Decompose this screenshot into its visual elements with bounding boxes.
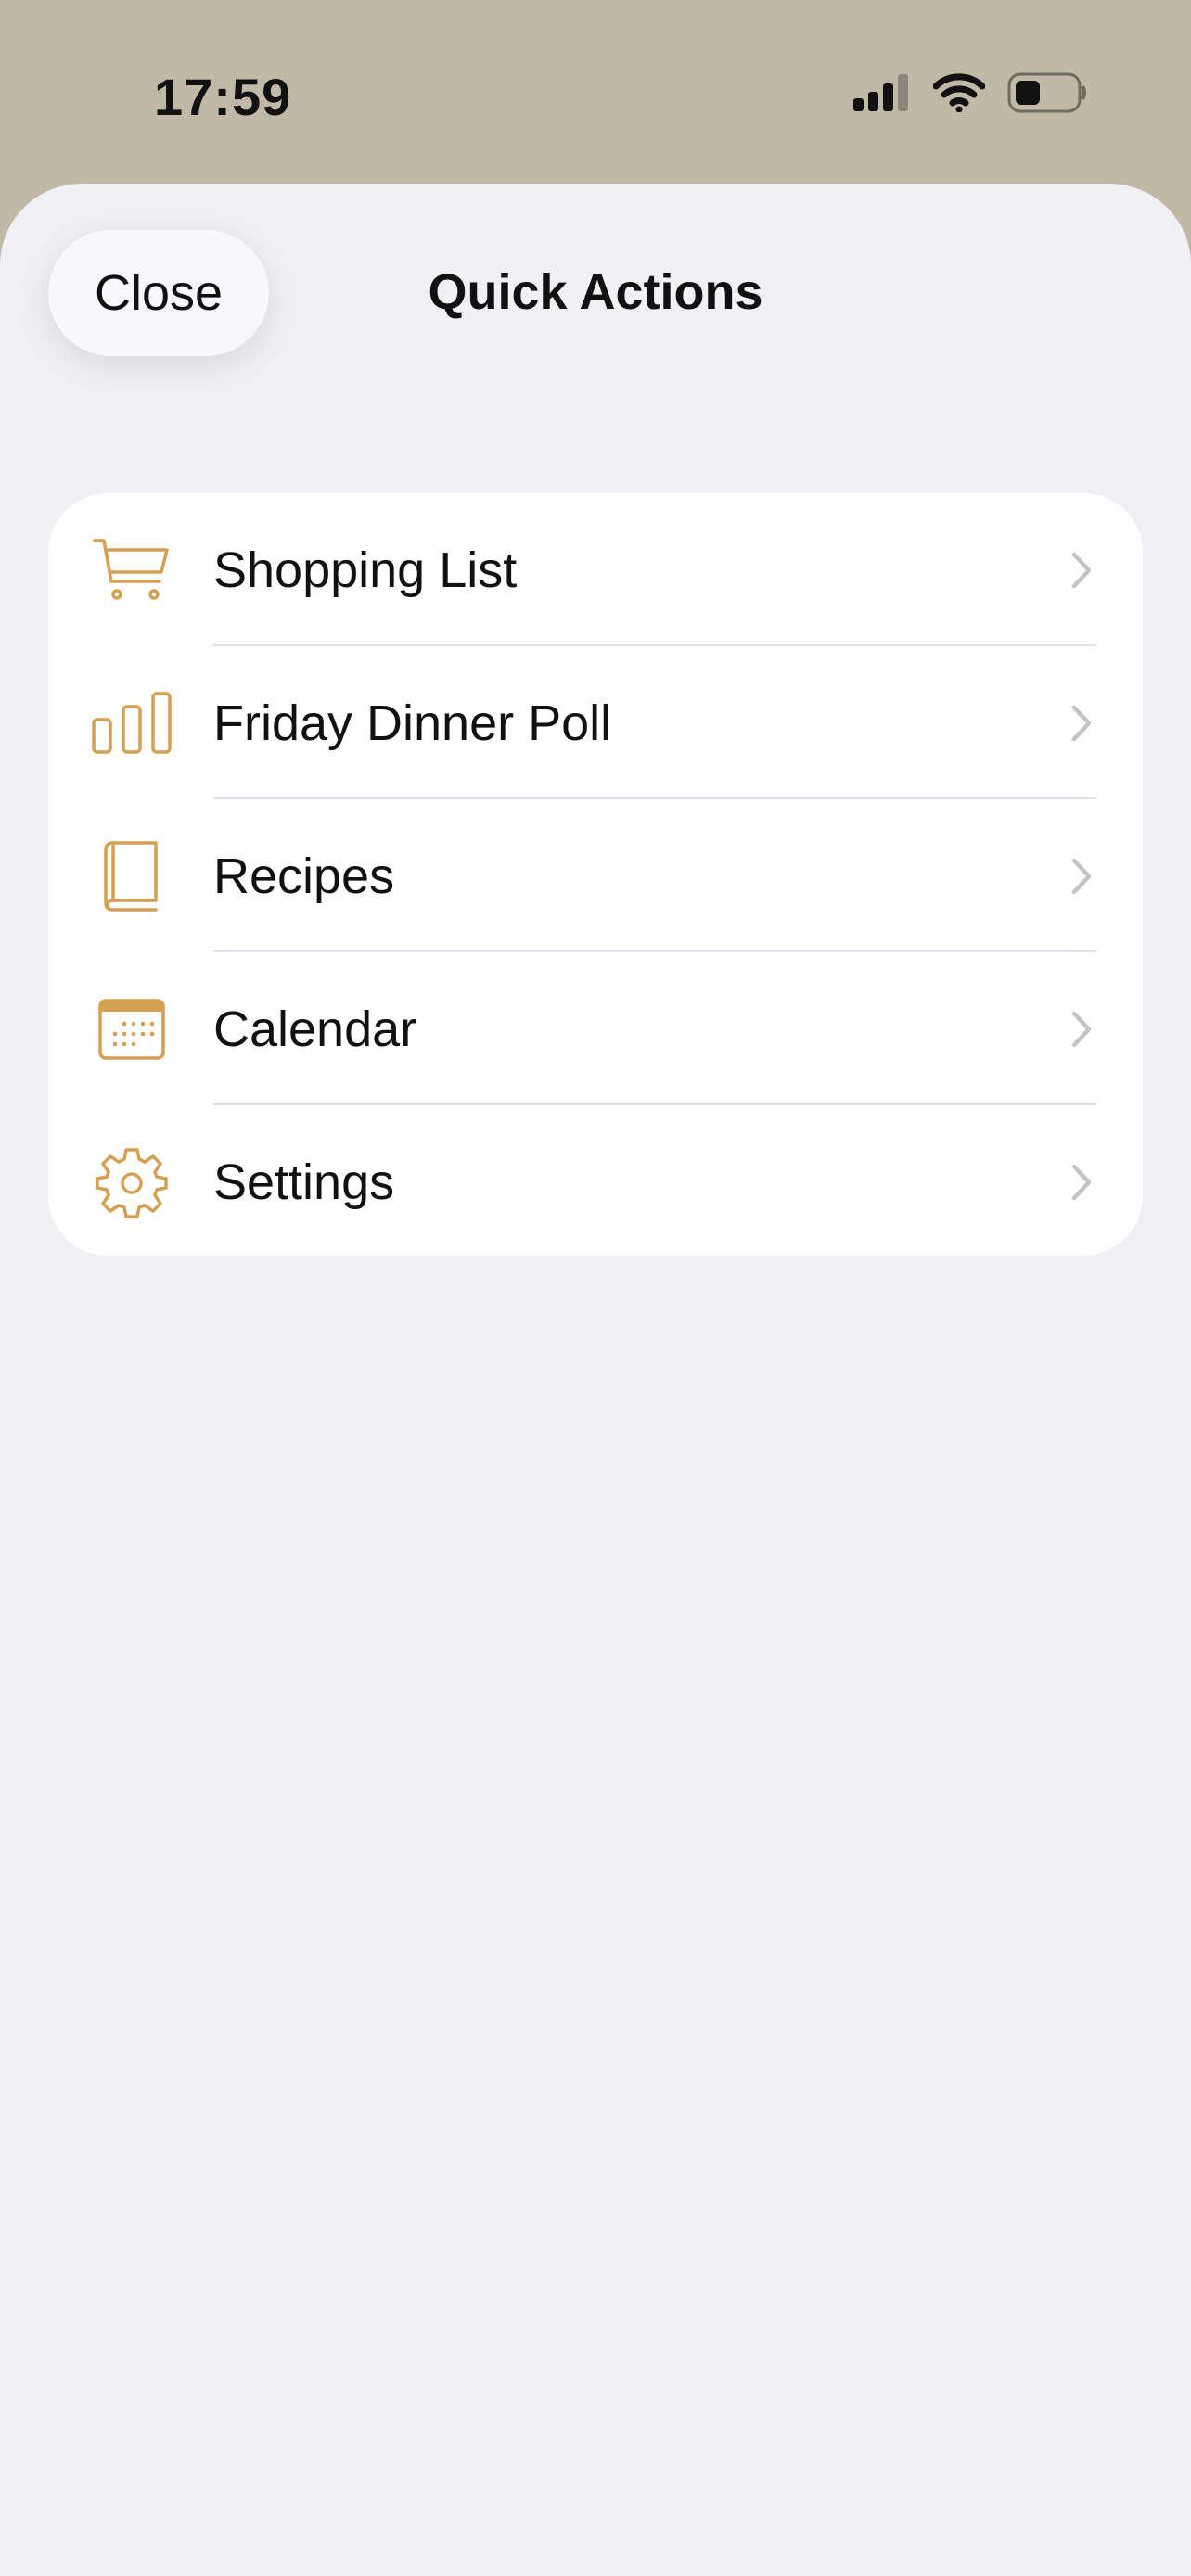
status-time: 17:59 bbox=[154, 68, 292, 126]
list-item-recipes[interactable]: Recipes bbox=[48, 799, 1143, 952]
book-icon bbox=[87, 832, 176, 921]
list-item-settings[interactable]: Settings bbox=[48, 1105, 1143, 1256]
status-icons bbox=[853, 72, 1087, 118]
list-item-calendar[interactable]: Calendar bbox=[48, 952, 1143, 1105]
calendar-icon bbox=[87, 985, 176, 1074]
battery-icon bbox=[1007, 72, 1087, 118]
cart-icon bbox=[87, 526, 176, 615]
list-item-label: Recipes bbox=[213, 848, 395, 904]
list-item-label: Shopping List bbox=[213, 542, 518, 598]
chevron-right-icon bbox=[1069, 1160, 1095, 1205]
list-item-label: Calendar bbox=[213, 1001, 417, 1057]
chevron-right-icon bbox=[1069, 701, 1095, 746]
list-item-label: Settings bbox=[213, 1154, 395, 1210]
status-bar: 17:59 bbox=[0, 0, 1191, 185]
list-item-label: Friday Dinner Poll bbox=[213, 695, 612, 751]
chevron-right-icon bbox=[1069, 1007, 1095, 1052]
sheet-title: Quick Actions bbox=[428, 264, 763, 320]
poll-icon bbox=[87, 679, 176, 768]
quick-actions-list: Shopping List Friday Dinner Poll Recipes… bbox=[48, 493, 1143, 1256]
wifi-icon bbox=[932, 73, 986, 117]
list-item-friday-dinner-poll[interactable]: Friday Dinner Poll bbox=[48, 646, 1143, 799]
cellular-signal-icon bbox=[853, 74, 911, 116]
quick-actions-sheet: Close Quick Actions Shopping List Friday… bbox=[0, 184, 1191, 2576]
chevron-right-icon bbox=[1069, 854, 1095, 899]
gear-icon bbox=[87, 1138, 176, 1227]
chevron-right-icon bbox=[1069, 548, 1095, 593]
list-item-shopping-list[interactable]: Shopping List bbox=[48, 493, 1143, 646]
